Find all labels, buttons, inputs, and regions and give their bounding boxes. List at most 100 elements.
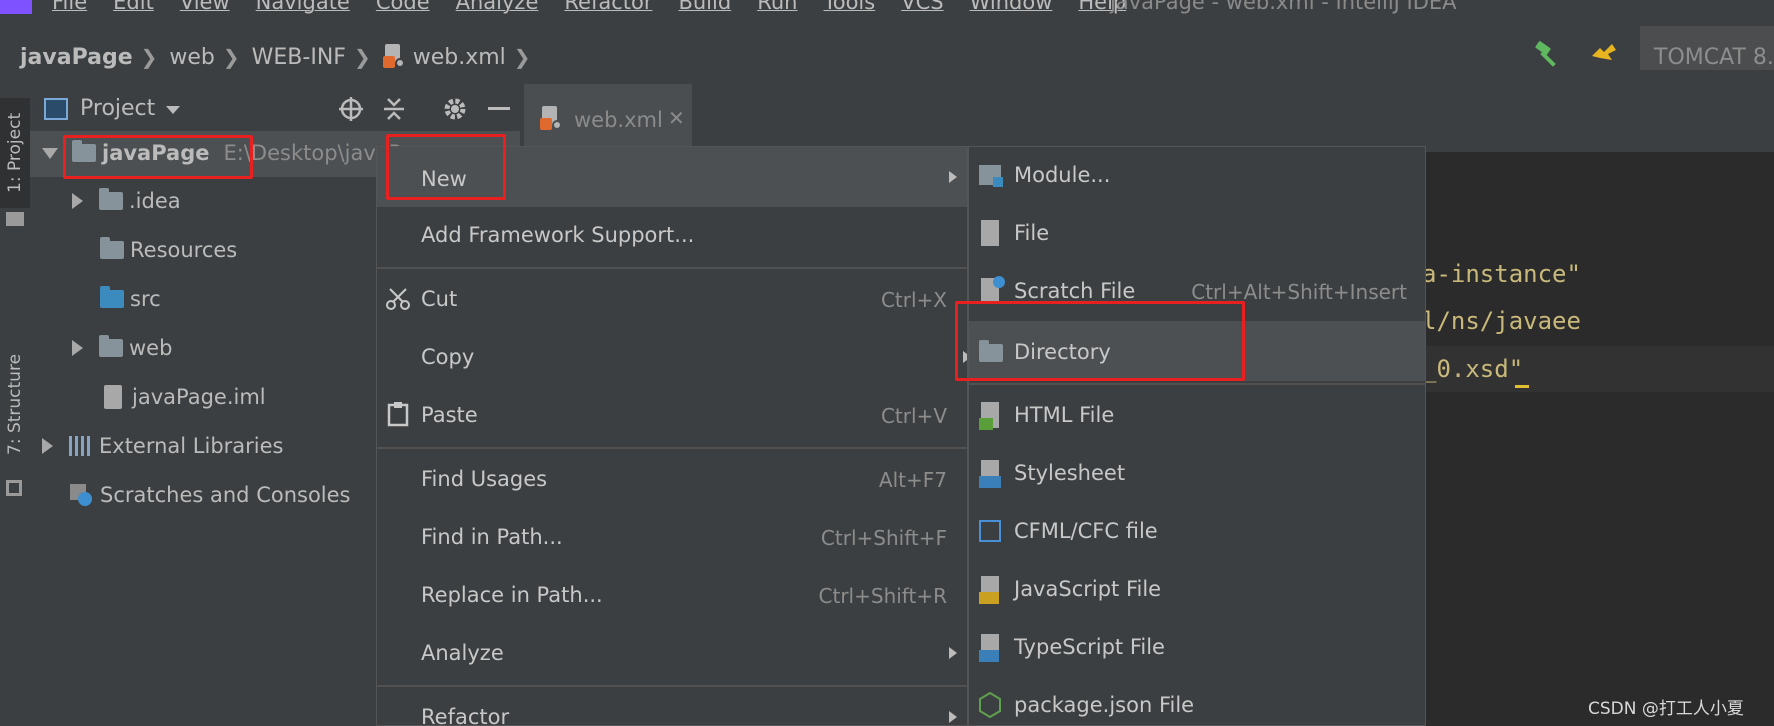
menu-item-find-in-path[interactable]: Find in Path... Ctrl+Shift+F: [377, 509, 967, 565]
menu-file[interactable]: File: [52, 0, 87, 14]
javascript-file-icon: [979, 576, 999, 604]
breadcrumb-javapage[interactable]: javaPage: [20, 45, 133, 70]
editor-tab-label: web.xml: [574, 108, 663, 132]
module-folder-icon: [72, 140, 96, 162]
folder-icon: [6, 212, 24, 226]
submenu-item-html-file[interactable]: HTML File: [969, 387, 1425, 443]
scissors-icon: [386, 288, 410, 310]
submenu-item-module[interactable]: Module...: [969, 147, 1425, 203]
code-line: a-instance": [1422, 260, 1581, 288]
tree-item-label: Scratches and Consoles: [100, 483, 351, 507]
menu-edit[interactable]: Edit: [113, 0, 154, 14]
submenu-item-stylesheet[interactable]: Stylesheet: [969, 445, 1425, 501]
tool-tab-project-label: 1: Project: [5, 112, 25, 194]
breadcrumb-web-inf[interactable]: WEB-INF: [252, 45, 346, 70]
menu-code[interactable]: Code: [376, 0, 430, 14]
iml-file-icon: [104, 385, 122, 409]
menu-item-analyze[interactable]: Analyze: [377, 625, 967, 681]
html-file-icon: [979, 402, 999, 430]
build-hammer-icon[interactable]: [1533, 40, 1563, 70]
project-panel-title[interactable]: Project: [80, 96, 155, 121]
tree-item-web[interactable]: web: [72, 328, 172, 368]
tool-tab-project[interactable]: 1: Project: [0, 98, 30, 208]
menu-build[interactable]: Build: [678, 0, 731, 14]
chevron-down-icon[interactable]: [166, 106, 180, 114]
menu-view[interactable]: View: [180, 0, 230, 14]
tree-item-label: .idea: [129, 189, 181, 213]
scratch-file-icon: [981, 276, 1005, 304]
navigation-bar: javaPage ❯ web ❯ WEB-INF ❯ web.xml ❯: [0, 18, 1774, 85]
submenu-item-javascript-file[interactable]: JavaScript File: [969, 561, 1425, 617]
menu-separator: [377, 685, 967, 687]
submenu-item-typescript-file[interactable]: TypeScript File: [969, 619, 1425, 675]
breadcrumb-web[interactable]: web: [169, 45, 215, 70]
tree-item-label: web: [129, 336, 173, 360]
submenu-arrow-icon: [949, 647, 957, 659]
tree-item-path: E:\Desktop\javaP: [223, 141, 402, 165]
typescript-file-icon: [979, 634, 999, 662]
run-configuration-selector[interactable]: TOMCAT 8.5: [1640, 26, 1774, 70]
chevron-right-icon[interactable]: [72, 340, 83, 356]
tree-item-src[interactable]: src: [100, 279, 161, 319]
tree-item-label: Resources: [130, 238, 238, 262]
locate-target-icon[interactable]: [338, 96, 364, 122]
gear-icon[interactable]: [442, 96, 468, 122]
tool-tab-structure[interactable]: 7: Structure: [0, 334, 30, 474]
editor-tab-bar: [520, 84, 1774, 152]
menu-item-replace-in-path[interactable]: Replace in Path... Ctrl+Shift+R: [377, 567, 967, 623]
folder-icon: [100, 237, 124, 259]
run-config-label: TOMCAT 8.5: [1654, 45, 1774, 70]
nodejs-icon: [979, 692, 1001, 718]
tree-item-scratches[interactable]: Scratches and Consoles: [70, 475, 351, 515]
menu-item-refactor[interactable]: Refactor: [377, 689, 967, 725]
menu-navigate[interactable]: Navigate: [256, 0, 350, 14]
chevron-right-icon[interactable]: [72, 193, 83, 209]
xml-file-icon: [382, 44, 405, 70]
tree-item-idea[interactable]: .idea: [72, 181, 181, 221]
project-view-icon: [44, 98, 68, 120]
tree-item-javapage[interactable]: javaPage E:\Desktop\javaP: [42, 133, 401, 173]
tree-item-resources[interactable]: Resources: [100, 230, 237, 270]
submenu-item-package-json-file[interactable]: package.json File: [969, 677, 1425, 725]
chevron-right-icon[interactable]: [42, 438, 53, 454]
menu-run[interactable]: Run: [757, 0, 797, 14]
menu-separator: [377, 447, 967, 449]
module-icon: [979, 165, 1003, 187]
submenu-arrow-icon: [949, 171, 957, 183]
menu-window[interactable]: Window: [970, 0, 1053, 14]
new-submenu: Module... File Scratch File Ctrl+Alt+Shi…: [968, 146, 1426, 726]
menu-tools[interactable]: Tools: [823, 0, 875, 14]
breadcrumb-web-xml[interactable]: web.xml: [413, 45, 506, 70]
submenu-item-cfml-file[interactable]: CFML/CFC file: [969, 503, 1425, 559]
menu-item-paste[interactable]: Paste Ctrl+V: [377, 387, 967, 443]
code-line: _0.xsd": [1422, 355, 1524, 383]
menu-item-add-framework-support[interactable]: Add Framework Support...: [377, 207, 967, 263]
submenu-item-file[interactable]: File: [969, 205, 1425, 261]
watermark: CSDN @打工人小夏: [1588, 699, 1744, 719]
breadcrumb: javaPage ❯ web ❯ WEB-INF ❯ web.xml ❯: [20, 44, 543, 70]
submenu-item-scratch-file[interactable]: Scratch File Ctrl+Alt+Shift+Insert: [969, 263, 1425, 319]
cfml-file-icon: [979, 520, 1001, 542]
minimize-icon[interactable]: [488, 107, 510, 110]
menu-item-cut[interactable]: Cut Ctrl+X: [377, 271, 967, 327]
tree-item-external-libraries[interactable]: External Libraries: [42, 426, 284, 466]
tree-item-javapage-iml[interactable]: javaPage.iml: [100, 377, 266, 417]
menu-separator: [969, 383, 1425, 385]
library-icon: [69, 436, 91, 456]
menu-item-find-usages[interactable]: Find Usages Alt+F7: [377, 451, 967, 507]
menu-item-copy[interactable]: Copy: [377, 329, 967, 385]
close-icon[interactable]: ✕: [668, 106, 685, 130]
editor-tab-web-xml[interactable]: web.xml ✕: [524, 84, 692, 152]
menu-vcs[interactable]: VCS: [901, 0, 943, 14]
web-folder-icon: [99, 335, 123, 357]
chevron-down-icon[interactable]: [42, 147, 58, 159]
menu-bar: File Edit View Navigate Code Analyze Ref…: [0, 0, 1774, 18]
menu-item-new[interactable]: New: [377, 147, 967, 207]
submenu-item-directory[interactable]: Directory: [969, 321, 1425, 381]
menu-analyze[interactable]: Analyze: [456, 0, 539, 14]
collapse-all-icon[interactable]: [382, 96, 406, 122]
clipboard-icon: [387, 402, 409, 427]
code-line: l/ns/javaee: [1422, 307, 1581, 335]
tree-item-label: External Libraries: [99, 434, 284, 458]
menu-refactor[interactable]: Refactor: [564, 0, 652, 14]
